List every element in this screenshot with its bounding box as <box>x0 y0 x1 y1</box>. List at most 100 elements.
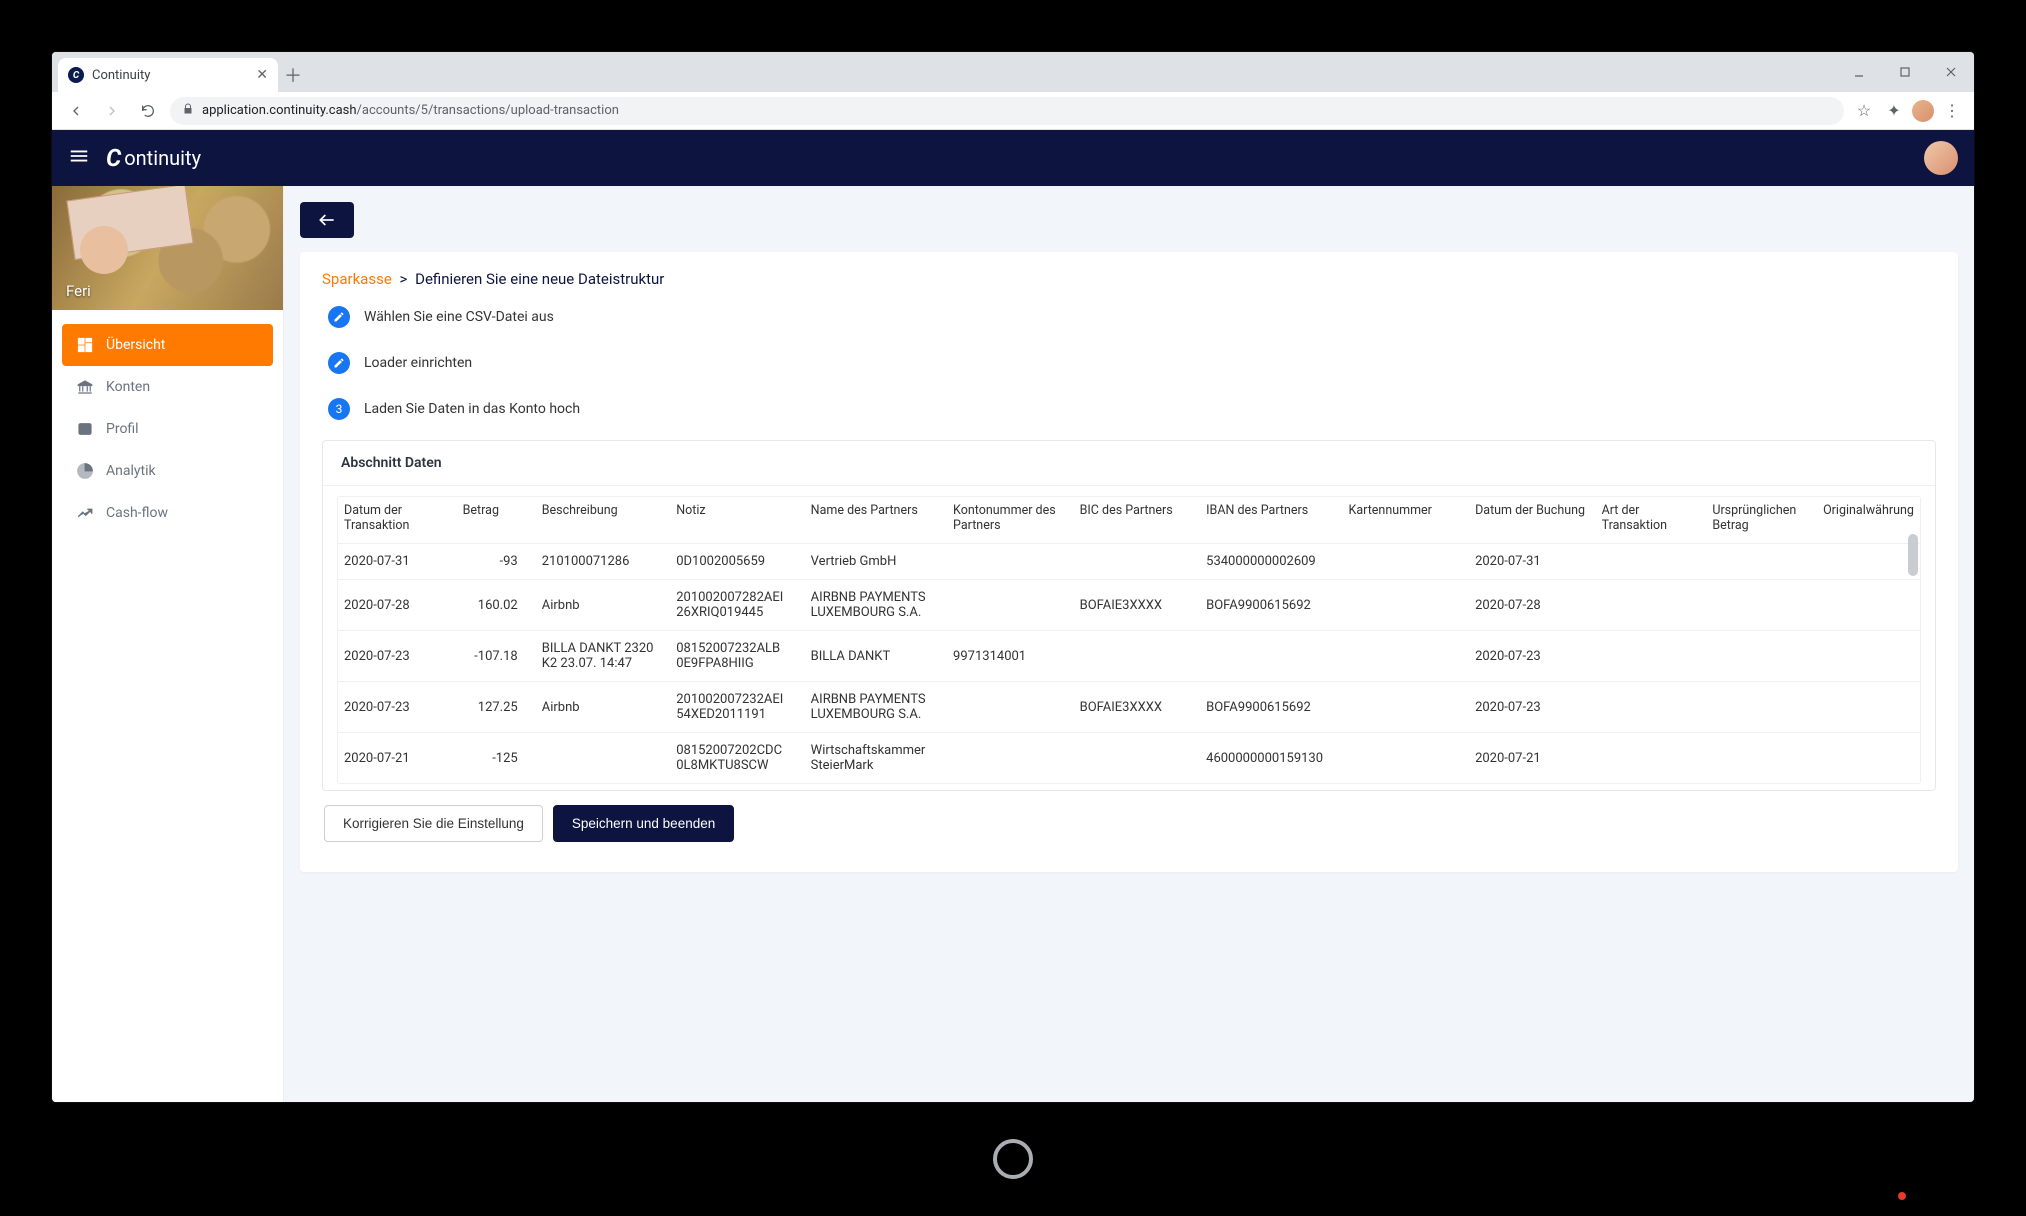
close-window-button[interactable] <box>1928 52 1974 92</box>
close-tab-icon[interactable]: ✕ <box>256 67 268 83</box>
sidebar: Feri Übersicht Konten Profil Analytik Cash-f… <box>52 186 284 1102</box>
cell-date: 2020-07-23 <box>338 682 457 733</box>
cell-acct <box>947 580 1074 631</box>
maximize-window-button[interactable] <box>1882 52 1928 92</box>
sidebar-hero: Feri <box>52 186 283 310</box>
cell-date: 2020-07-23 <box>338 631 457 682</box>
bank-icon <box>76 378 94 396</box>
nav-forward-button[interactable] <box>98 97 126 125</box>
cell-bic <box>1074 733 1201 784</box>
cell-amount: 160.02 <box>457 580 536 631</box>
step-label: Loader einrichten <box>364 355 472 371</box>
cell-desc: 210100071286 <box>536 544 670 580</box>
cell-desc: Airbnb <box>536 682 670 733</box>
cell-partner: Vertrieb GmbH <box>805 544 947 580</box>
cell-note: 201002007232AEI 54XED2011191 <box>670 682 804 733</box>
save-and-exit-button[interactable]: Speichern und beenden <box>553 805 734 842</box>
cell-card <box>1343 580 1470 631</box>
back-button[interactable] <box>300 202 354 238</box>
url-field[interactable]: application.continuity.cash/accounts/5/t… <box>170 97 1844 125</box>
cell-book: 2020-07-31 <box>1469 544 1596 580</box>
app-header: Continuity <box>52 130 1974 186</box>
cell-book: 2020-07-23 <box>1469 682 1596 733</box>
cell-desc: Airbnb <box>536 580 670 631</box>
column-header: Name des Partners <box>805 497 947 544</box>
cell-partner: BILLA DANKT <box>805 631 947 682</box>
address-bar: application.continuity.cash/accounts/5/t… <box>52 92 1974 130</box>
cell-card <box>1343 682 1470 733</box>
favicon-icon: C <box>68 67 84 83</box>
url-host: application.continuity.cash/accounts/5/t… <box>202 103 619 118</box>
cell-amount: -93 <box>457 544 536 580</box>
nav-back-button[interactable] <box>62 97 90 125</box>
sidebar-item-profile[interactable]: Profil <box>62 408 273 450</box>
trend-icon <box>76 504 94 522</box>
breadcrumb-current: Definieren Sie eine neue Dateistruktur <box>415 270 664 288</box>
extensions-icon[interactable]: ✦ <box>1882 99 1906 123</box>
step-number-icon: 3 <box>328 398 350 420</box>
cell-amount: -125 <box>457 733 536 784</box>
tab-strip: C Continuity ✕ ＋ <box>52 52 1974 92</box>
cell-acct <box>947 733 1074 784</box>
sidebar-item-pie[interactable]: Analytik <box>62 450 273 492</box>
cell-date: 2020-07-28 <box>338 580 457 631</box>
bookmark-star-icon[interactable]: ☆ <box>1852 99 1876 123</box>
cell-iban <box>1200 631 1342 682</box>
cell-bic <box>1074 631 1201 682</box>
new-tab-button[interactable]: ＋ <box>278 58 308 92</box>
cell-bic: BOFAIE3XXXX <box>1074 580 1201 631</box>
user-avatar[interactable] <box>1924 141 1958 175</box>
browser-tab[interactable]: C Continuity ✕ <box>58 58 278 92</box>
step-3: 3 Laden Sie Daten in das Konto hoch <box>328 398 1936 420</box>
cell-iban: BOFA9900615692 <box>1200 580 1342 631</box>
cell-amount: -107.18 <box>457 631 536 682</box>
column-header: Notiz <box>670 497 804 544</box>
profile-avatar-icon[interactable] <box>1912 100 1934 122</box>
menu-button[interactable] <box>68 145 90 171</box>
correct-settings-button[interactable]: Korrigieren Sie die Einstellung <box>324 805 543 842</box>
cell-amount: 127.25 <box>457 682 536 733</box>
cell-acct <box>947 544 1074 580</box>
cell-iban: 4600000000159130 <box>1200 733 1342 784</box>
recording-indicator-icon <box>1898 1192 1906 1200</box>
breadcrumb-bank[interactable]: Sparkasse <box>322 270 392 288</box>
sidebar-item-dashboard[interactable]: Übersicht <box>62 324 273 366</box>
cell-book: 2020-07-21 <box>1469 733 1596 784</box>
table-row: 2020-07-31-932101000712860D1002005659Ver… <box>338 544 1920 580</box>
cell-note: 08152007232ALB 0E9FPA8HIIG <box>670 631 804 682</box>
sidebar-item-label: Übersicht <box>106 337 165 353</box>
step-label: Laden Sie Daten in das Konto hoch <box>364 401 580 417</box>
cell-partner: AIRBNB PAYMENTS LUXEMBOURG S.A. <box>805 580 947 631</box>
pencil-icon <box>328 306 350 328</box>
cell-iban: BOFA9900615692 <box>1200 682 1342 733</box>
sidebar-item-label: Analytik <box>106 463 156 479</box>
browser-menu-button[interactable]: ⋮ <box>1940 99 1964 123</box>
minimize-window-button[interactable] <box>1836 52 1882 92</box>
pencil-icon <box>328 352 350 374</box>
table-scrollbar[interactable] <box>1905 532 1921 780</box>
table-row: 2020-07-23-107.18BILLA DANKT 2320 K2 23.… <box>338 631 1920 682</box>
sidebar-item-label: Konten <box>106 379 150 395</box>
sidebar-item-trend[interactable]: Cash-flow <box>62 492 273 534</box>
os-taskbar <box>0 1102 2026 1216</box>
tab-title: Continuity <box>92 68 150 83</box>
cell-card <box>1343 631 1470 682</box>
step-1: Wählen Sie eine CSV-Datei aus <box>328 306 1936 328</box>
column-header: Ursprünglichen Betrag <box>1706 497 1817 544</box>
sidebar-username: Feri <box>66 282 91 300</box>
step-label: Wählen Sie eine CSV-Datei aus <box>364 309 554 325</box>
cell-partner: AIRBNB PAYMENTS LUXEMBOURG S.A. <box>805 682 947 733</box>
cell-acct: 9971314001 <box>947 631 1074 682</box>
sidebar-item-label: Profil <box>106 421 139 437</box>
cell-acct <box>947 682 1074 733</box>
column-header: Datum der Transaktion <box>338 497 457 544</box>
dashboard-icon <box>76 336 94 354</box>
column-header: BIC des Partners <box>1074 497 1201 544</box>
sidebar-item-bank[interactable]: Konten <box>62 366 273 408</box>
nav-reload-button[interactable] <box>134 97 162 125</box>
loading-spinner-icon <box>993 1139 1033 1179</box>
table-row: 2020-07-23127.25Airbnb201002007232AEI 54… <box>338 682 1920 733</box>
cell-desc <box>536 733 670 784</box>
cell-date: 2020-07-31 <box>338 544 457 580</box>
brand-logo: Continuity <box>106 144 201 172</box>
